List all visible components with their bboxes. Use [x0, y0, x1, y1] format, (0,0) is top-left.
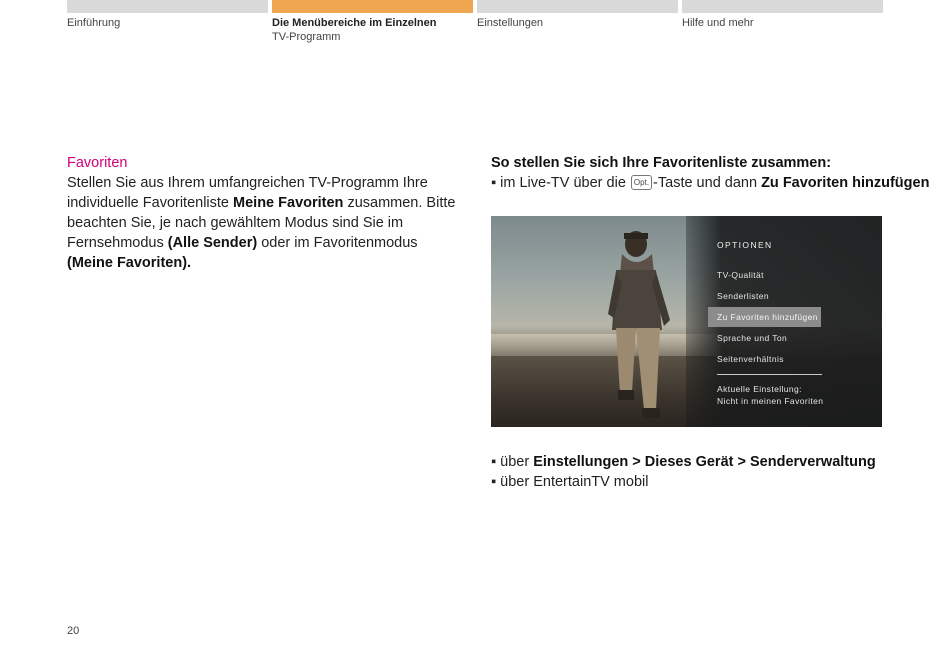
tab-hilfe[interactable]: Hilfe und mehr — [682, 0, 883, 29]
tab-label: Einführung — [67, 17, 121, 29]
menu-item-sprache-und-ton[interactable]: Sprache und Ton — [717, 331, 823, 352]
tab-bar-active — [272, 0, 473, 13]
instructions-title: So stellen Sie sich Ihre Favoritenliste … — [491, 155, 832, 171]
bullet-bold-path: Einstellungen > Dieses Gerät > Senderver… — [533, 454, 876, 470]
favoriten-section: Favoriten Stellen Sie aus Ihrem umfangre… — [67, 153, 462, 273]
page-number: 20 — [67, 625, 80, 637]
body-bold-meine-favoriten: Meine Favoriten — [233, 195, 344, 211]
options-title: OPTIONEN — [717, 240, 773, 250]
bullet-bold: Zu Favoriten hinzufügen — [761, 175, 930, 191]
opt-key-icon: Opt. — [630, 175, 653, 190]
options-menu: OPTIONEN TV-Qualität Senderlisten Zu Fav… — [708, 240, 824, 407]
menu-item-zu-favoriten-hinzufuegen[interactable]: Zu Favoriten hinzufügen — [708, 307, 821, 327]
tab-bar — [682, 0, 883, 13]
menu-divider — [717, 374, 822, 375]
bullet-live-tv: ▪ im Live-TV über die Opt. -Taste und dan… — [491, 173, 929, 193]
bullet-entertaintv: ▪ über EntertainTV mobil — [491, 474, 649, 490]
current-setting-label: Aktuelle Einstellung: — [717, 384, 802, 394]
section-title: Favoriten — [67, 155, 128, 171]
tab-label: Die Menübereiche im Einzelnen — [272, 17, 437, 29]
tab-bar — [477, 0, 678, 13]
menu-item-seitenverhaeltnis[interactable]: Seitenverhältnis — [717, 352, 823, 373]
bullet-text: ▪ im Live-TV über die — [491, 175, 630, 191]
tv-options-screenshot: OPTIONEN TV-Qualität Senderlisten Zu Fav… — [491, 216, 882, 427]
bullet-einstellungen: ▪ über Einstellungen > Dieses Gerät > Se… — [491, 452, 876, 472]
instructions-section: So stellen Sie sich Ihre Favoritenliste … — [491, 153, 929, 193]
walking-man-figure — [608, 231, 670, 418]
tab-menuebereiche[interactable]: Die Menübereiche im Einzelnen TV-Program… — [272, 0, 473, 43]
tab-einfuehrung[interactable]: Einführung — [67, 0, 268, 29]
tab-label: Einstellungen — [477, 17, 544, 29]
body-text-3: oder im Favoritenmodus — [257, 235, 418, 251]
tab-bar — [67, 0, 268, 13]
body-bold-alle-sender: (Alle Sender) — [167, 235, 258, 251]
current-setting-value: Nicht in meinen Favoriten — [717, 396, 824, 406]
menu-item-tv-qualitaet[interactable]: TV-Qualität — [717, 268, 823, 289]
bullet-text: ▪ über — [491, 454, 534, 470]
tab-label: Hilfe und mehr — [682, 17, 754, 29]
tab-sublabel: TV-Programm — [272, 31, 341, 43]
section-body: Stellen Sie aus Ihrem umfangreichen TV-P… — [67, 173, 462, 273]
bullet-text: -Taste und dann — [653, 175, 762, 191]
body-bold-meine-favoriten-mode: (Meine Favoriten). — [67, 255, 192, 271]
more-bullets: ▪ über Einstellungen > Dieses Gerät > Se… — [491, 452, 876, 492]
tab-einstellungen[interactable]: Einstellungen — [477, 0, 678, 29]
